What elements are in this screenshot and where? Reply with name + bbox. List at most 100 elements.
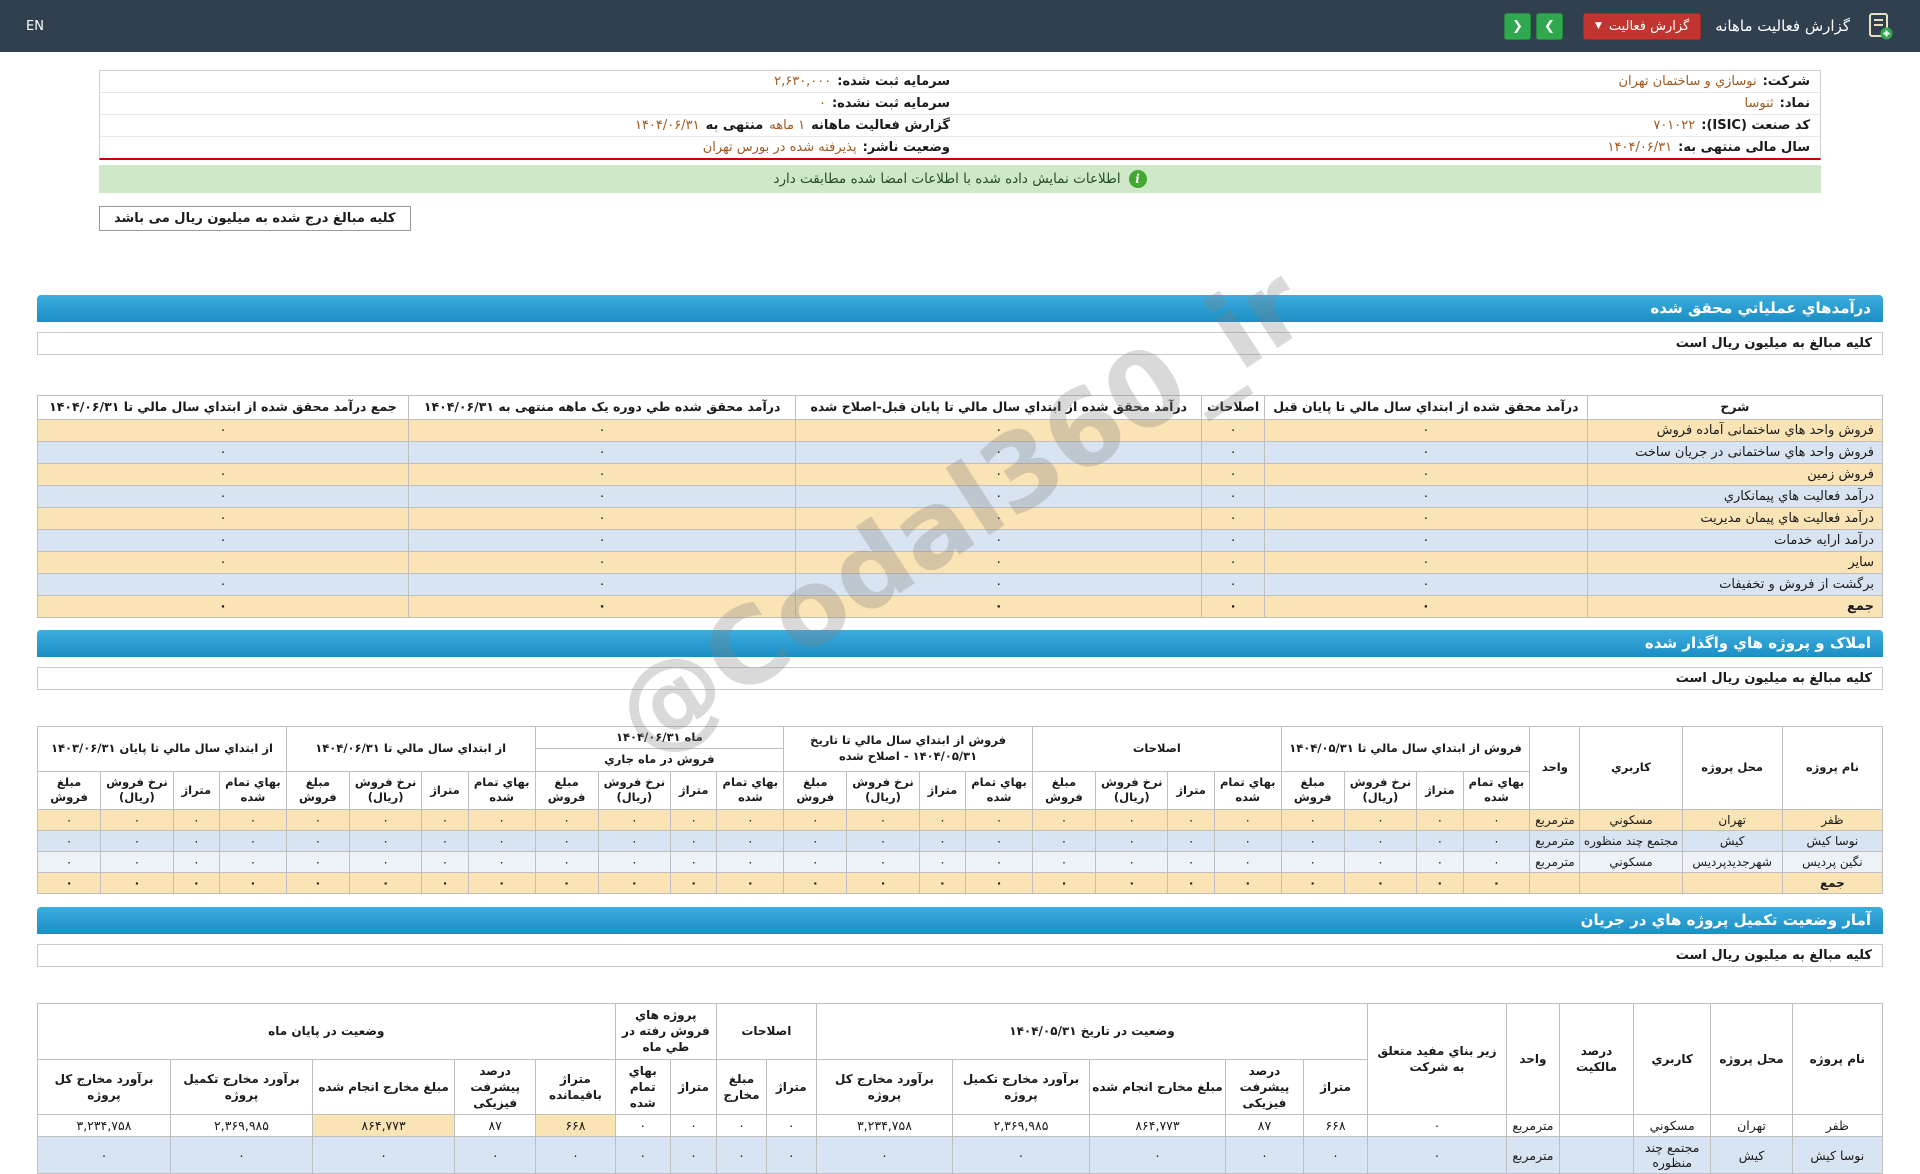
group-header: وضعیت در تاریخ ۱۴۰۴/۰۵/۳۱ <box>815 1002 1369 1060</box>
table-cell: ۰ <box>965 808 1033 831</box>
table-cell: ۰ <box>795 594 1203 618</box>
table-cell: ۰ <box>37 418 409 442</box>
column-header: بهاي تمام شده <box>1213 770 1282 810</box>
language-toggle[interactable]: EN <box>26 19 44 34</box>
report-nav-buttons: ❯ ❮ <box>1503 12 1563 40</box>
table-cell: مجتمع چند منظوره <box>1579 829 1683 852</box>
table-cell: ۰ <box>1201 594 1265 618</box>
table-cell: نوسا کیش <box>1781 829 1884 852</box>
table-cell: ۰ <box>219 850 287 873</box>
table-cell: فروش واحد هاي ساختمانی آماده فروش <box>1586 418 1884 442</box>
column-header: درآمد محقق شده از ابتداي سال مالي تا پای… <box>1263 395 1588 420</box>
fiscal-year-field: سال مالی منتهی به: ۱۴۰۴/۰۶/۳۱ <box>960 137 1820 158</box>
table-cell: ۰ <box>100 850 174 873</box>
table-cell: ۰ <box>783 808 848 831</box>
group-header: پروژه هاي فروش رفته در طي ماه <box>614 1002 718 1060</box>
info-row: نماد: ثنوسا سرمایه ثبت نشده: ۰ <box>100 93 1820 115</box>
registered-capital-field: سرمایه ثبت شده: ۲,۶۳۰,۰۰۰ <box>100 71 960 92</box>
top-header-bar: گزارش فعالیت ماهانه گزارش فعالیت ▼ ❯ ❮ E… <box>0 0 1920 52</box>
info-icon: i <box>1128 170 1147 188</box>
revenue-section-title: درآمدهاي عملياتي محقق شده <box>37 295 1883 322</box>
table-cell: ۰ <box>1280 829 1345 852</box>
table-cell: ۰ <box>172 850 221 873</box>
table-cell: مسکوني <box>1579 808 1683 831</box>
table-cell: ۰ <box>765 1136 817 1174</box>
column-header: اصلاحات <box>1201 395 1265 420</box>
table-cell: ۰ <box>1263 462 1588 486</box>
table-cell <box>1559 1114 1634 1138</box>
table-cell: ۰ <box>1201 572 1265 596</box>
table-cell: ۰ <box>965 829 1033 852</box>
table-cell: ۰ <box>846 850 920 873</box>
company-field: شرکت: نوسازي و ساختمان تهران <box>960 71 1820 92</box>
column-header: مبلغ فروش <box>1280 770 1345 810</box>
period-ending-label: منتهی به <box>705 118 764 133</box>
table-cell: جمع <box>1781 871 1884 894</box>
isic-value: ۷۰۱۰۲۲ <box>1653 118 1696 133</box>
table-cell: ۰ <box>100 829 174 852</box>
table-cell: ۰ <box>1367 1114 1507 1138</box>
column-header: مبلغ مخارج انجام شده <box>312 1058 456 1116</box>
table-cell: ۰ <box>37 440 409 464</box>
table-cell: فروش واحد هاي ساختمانی در جریان ساخت <box>1586 440 1884 464</box>
table-cell: ۰ <box>795 484 1203 508</box>
table-cell: ۰ <box>219 829 287 852</box>
table-cell: ۰ <box>918 808 967 831</box>
progress-table: نام پروژه محل پروژه کاربري درصد مالکیت و… <box>37 1002 1884 1174</box>
table-cell: ۰ <box>795 572 1203 596</box>
table-cell: ۰ <box>534 829 599 852</box>
table-cell: سایر <box>1586 550 1884 574</box>
table-cell: ۰ <box>918 850 967 873</box>
table-cell: ۰ <box>1263 440 1588 464</box>
progress-unit-note: کلیه مبالغ به میلیون ریال است <box>37 943 1883 967</box>
table-row: جمع ۰ ۰ ۰ ۰ ۰ ۰ ۰ ۰ ۰ ۰ ۰ ۰ ۰ ۰ ۰ ۰ ۰ ۰ ۰ ۰ ۰ ۰ ۰ ۰ <box>36 871 1884 894</box>
table-cell: ۰ <box>918 829 967 852</box>
table-cell: ۰ <box>1462 850 1531 873</box>
table-cell: ۰ <box>534 871 599 894</box>
table-cell: ۰ <box>597 808 672 831</box>
table-cell: ۳,۲۳۴,۷۵۸ <box>815 1114 954 1138</box>
table-cell: ۰ <box>407 572 797 596</box>
company-name: نوسازي و ساختمان تهران <box>1618 74 1757 89</box>
column-header: متراژ <box>1302 1058 1369 1116</box>
table-cell: ۸۶۴,۷۷۳ <box>1088 1114 1227 1138</box>
table-cell <box>1559 1136 1634 1174</box>
next-report-button[interactable]: ❯ <box>1535 12 1563 40</box>
table-cell: ۰ <box>36 871 102 894</box>
isic-label: کد صنعت (ISIC): <box>1701 118 1810 133</box>
table-cell: ۶۶۸ <box>1302 1114 1369 1138</box>
table-cell: ۰ <box>1095 829 1169 852</box>
table-cell: ۰ <box>421 829 469 852</box>
report-period-field: گزارش فعالیت ماهانه ۱ ماهه منتهی به ۱۴۰۴… <box>100 115 960 136</box>
group-header: فروش از ابتداي سال مالي تا تاریخ ۱۴۰۴/۰۵… <box>783 725 1033 772</box>
table-cell: ۰ <box>1031 829 1097 852</box>
table-cell: ۰ <box>1167 808 1215 831</box>
column-header: نرخ فروش (ریال) <box>597 770 672 810</box>
page-title: گزارش فعالیت ماهانه <box>1715 17 1850 35</box>
table-cell <box>1681 871 1783 894</box>
table-cell: ۰ <box>1416 871 1464 894</box>
table-cell: ۰ <box>1462 829 1531 852</box>
column-header: بهاي تمام شده <box>219 770 287 810</box>
table-cell: ۰ <box>285 871 350 894</box>
fiscal-year-label: سال مالی منتهی به: <box>1678 140 1810 155</box>
signed-info-text: اطلاعات نمایش داده شده با اطلاعات امضا ش… <box>773 171 1121 187</box>
table-cell: ۰ <box>535 1136 616 1174</box>
prev-report-button[interactable]: ❮ <box>1503 12 1531 40</box>
table-cell: ۰ <box>36 829 102 852</box>
table-cell: ۰ <box>348 808 423 831</box>
report-type-button[interactable]: گزارش فعالیت ▼ <box>1582 12 1702 40</box>
registered-capital-value: ۲,۶۳۰,۰۰۰ <box>774 74 832 89</box>
column-header: متراژ <box>1167 770 1215 810</box>
table-cell: ۰ <box>421 850 469 873</box>
table-cell: ۸۷ <box>1225 1114 1304 1138</box>
column-header: نام پروژه <box>1791 1002 1884 1116</box>
table-cell: نگین پردیس <box>1781 850 1884 873</box>
table-cell: ۰ <box>1201 418 1265 442</box>
table-cell: ۰ <box>795 440 1203 464</box>
issuer-status-field: وضعیت ناشر: پذیرفته شده در بورس تهران <box>100 137 960 158</box>
table-cell: ۰ <box>1213 808 1282 831</box>
table-cell: ۰ <box>285 850 350 873</box>
sales-table-body: ظفر تهران مسکوني مترمربع ۰ ۰ ۰ ۰ ۰ ۰ ۰ ۰ ۰ ۰ ۰ ۰ ۰ ۰ ۰ ۰ ۰ ۰ ۰… <box>36 808 1884 894</box>
table-cell: ۰ <box>1280 808 1345 831</box>
